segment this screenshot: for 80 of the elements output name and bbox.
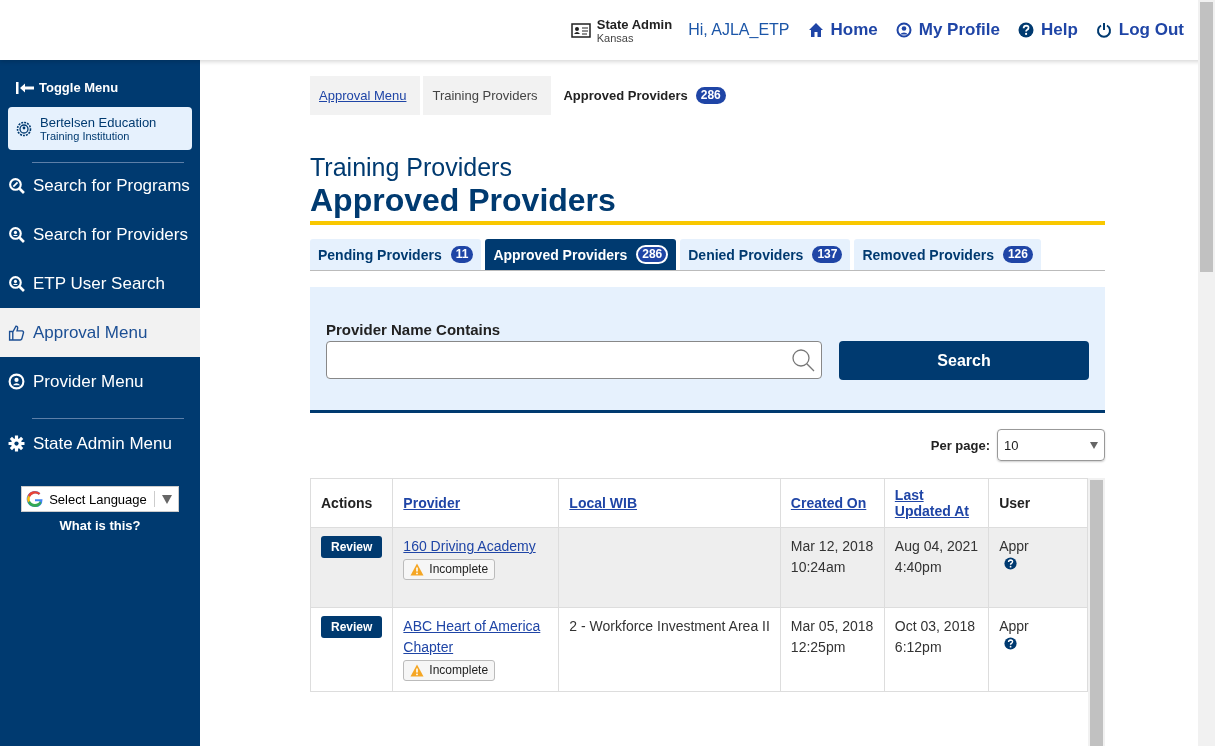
count-badge: 126 [1002,246,1033,263]
breadcrumb-item[interactable]: Approval Menu [310,76,421,115]
count-badge: 286 [695,87,726,104]
power-icon [1095,22,1112,38]
count-badge: 286 [636,245,669,264]
help-icon [1018,22,1034,38]
column-header: User [999,495,1031,511]
organization-card[interactable]: Bertelsen Education Training Institution [8,107,192,150]
organization-type: Training Institution [40,130,131,142]
id-card-icon [570,22,591,38]
search-icon [791,348,815,372]
table-cell-text: Mar 12, 2018 10:24am [790,537,874,577]
count-badge: 11 [450,246,474,263]
role-title: State Admin [596,16,673,32]
dropdown-arrow-icon [161,494,172,504]
header-link[interactable]: Help [1018,20,1078,40]
tab[interactable]: Pending Providers 11 [310,239,482,270]
collapse-arrow-icon [16,81,34,94]
table-cell-text: Aug 04, 2021 4:40pm [894,537,979,577]
provider-badge-icon [8,373,25,390]
scrollbar[interactable] [1088,478,1105,746]
status-tag: Incomplete [403,559,496,580]
help-icon [1004,637,1018,650]
search-field[interactable] [326,341,822,379]
page-title: Approved Providers [310,182,1105,225]
scrollbar[interactable] [1198,0,1215,746]
search-button[interactable]: Search [839,341,1089,380]
thumbs-up-icon [8,324,25,341]
sort-link[interactable]: Provider [403,495,461,511]
provider-badge-icon [16,121,32,137]
table-cell-text: Oct 03, 2018 6:12pm [894,617,976,657]
table-cell-text: Mar 05, 2018 12:25pm [790,617,874,657]
greeting-text: Hi, AJLA_ETP [688,21,790,39]
tab[interactable]: Denied Providers 137 [680,239,851,270]
role-state: Kansas [596,31,635,44]
page-subtitle: Training Providers [310,153,513,182]
column-header: Actions [321,495,373,511]
organization-name: Bertelsen Education [40,115,157,130]
row-name-link[interactable]: 160 Driving Academy [403,536,549,557]
tab[interactable]: Approved Providers 286 [485,239,677,270]
table-cell-text: Appr [999,617,1030,636]
settings-icon [8,435,25,452]
count-badge: 137 [812,246,843,263]
language-help-link[interactable]: What is this? [59,518,141,533]
review-button[interactable]: Review [321,536,383,558]
sidebar-item[interactable]: Provider Menu [0,357,200,406]
per-page-select[interactable]: 10 [997,429,1105,461]
table-cell-text: Appr [999,537,1030,556]
header-link[interactable]: My Profile [895,20,1000,40]
table-cell-text: 2 - Workforce Investment Area II [569,617,770,636]
toggle-menu-link[interactable]: Toggle Menu [0,80,200,95]
review-button[interactable]: Review [321,616,383,638]
tab[interactable]: Removed Providers 126 [854,239,1041,270]
warning-icon [410,664,425,677]
sort-link[interactable]: Local WIB [569,495,638,511]
sidebar-item[interactable]: Search for Programs [0,163,200,210]
table-row[interactable]: Review 160 Driving Academy Incomplete Mar 12, 2018 10:24am Aug 04, 2021 4:40pm Appr [310,527,1088,608]
header-link[interactable]: Home [807,20,878,40]
language-select[interactable]: Select Language [21,486,179,512]
search-gear-icon [8,177,25,194]
table-row[interactable]: Review ABC Heart of America Chapter Incomplete 2 - Workforce Investment Area II Mar 05, 2018 12:25pm Oct 03, 2018 6:12pm Appr [310,607,1088,692]
user-circle-icon [895,22,912,38]
status-tag: Incomplete [403,660,496,681]
breadcrumb-item: Training Providers [423,76,552,115]
field-label: Provider Name Contains [326,321,502,338]
google-logo-icon [26,490,45,508]
row-name-link[interactable]: ABC Heart of America Chapter [403,616,549,658]
search-person-icon [8,275,25,292]
header-link[interactable]: Log Out [1095,20,1184,40]
sidebar-item[interactable]: Search for Providers [0,210,200,259]
sidebar-item[interactable]: ETP User Search [0,259,200,308]
per-page-label: Per page: [930,437,990,453]
sidebar-item[interactable]: Approval Menu [0,308,200,357]
sidebar-item[interactable]: State Admin Menu [0,419,200,468]
house-icon [807,22,824,38]
dropdown-arrow-icon [1090,441,1098,449]
breadcrumb-item: Approved Providers 286 [554,76,740,115]
warning-icon [410,563,425,576]
search-person-icon [8,226,25,243]
help-icon [1004,557,1018,570]
